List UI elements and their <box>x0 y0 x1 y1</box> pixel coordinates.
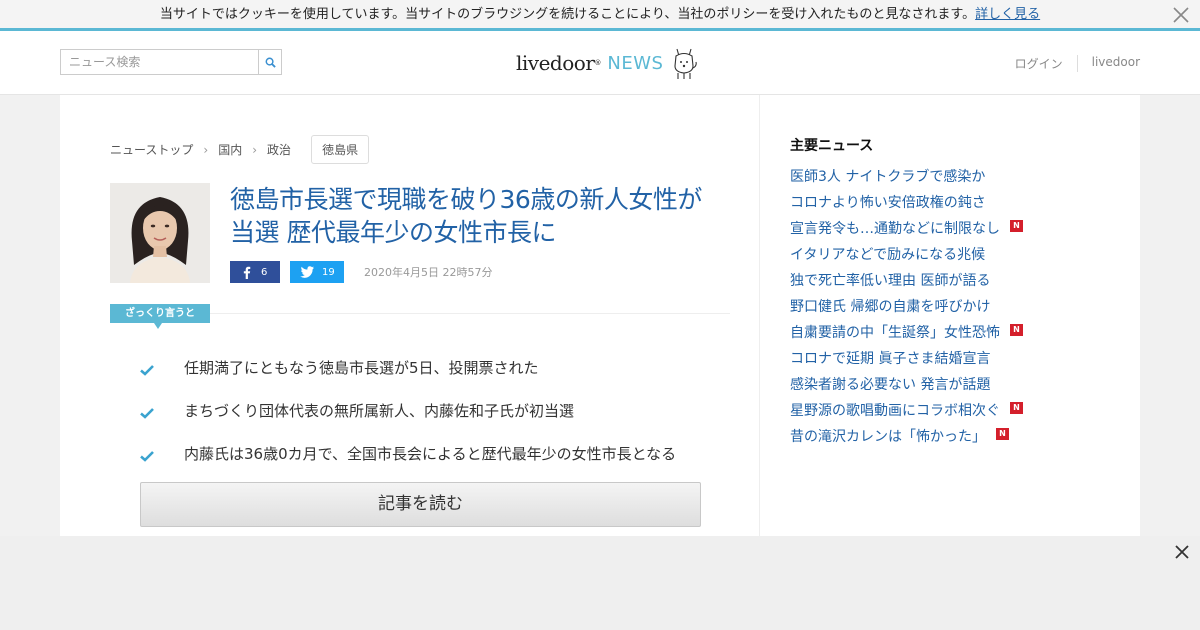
news-list-item[interactable]: 宣言発令も…通勤などに制限なし N <box>790 215 1023 241</box>
logo-news: NEWS <box>607 52 664 74</box>
news-list-item[interactable]: イタリアなどで励みになる兆候 <box>790 241 1023 267</box>
news-list-item[interactable]: コロナで延期 眞子さま結婚宣言 <box>790 345 1023 371</box>
news-list-item[interactable]: 感染者謝る必要ない 発言が話題 <box>790 371 1023 397</box>
summary-point-text: 任期満了にともなう徳島市長選が5日、投開票された <box>184 359 539 377</box>
twitter-icon <box>300 266 314 278</box>
new-badge: N <box>1010 220 1023 232</box>
publish-date: 2020年4月5日 22時57分 <box>364 266 493 279</box>
facebook-share-button[interactable]: 6 <box>230 261 280 283</box>
cookie-details-link[interactable]: 詳しく見る <box>975 7 1040 22</box>
news-list-item[interactable]: 昔の滝沢カレンは「怖かった」 N <box>790 423 1023 449</box>
livedoor-link[interactable]: livedoor <box>1078 55 1140 72</box>
cookie-message: 当サイトではクッキーを使用しています。当サイトのブラウジングを続けることにより、… <box>159 7 976 22</box>
article-headline[interactable]: 徳島市長選で現職を破り36歳の新人女性が当選 歴代最年少の女性市長に <box>230 183 720 249</box>
news-item-title: 野口健氏 帰郷の自粛を呼びかけ <box>790 299 991 315</box>
checkmark-icon <box>140 349 184 392</box>
summary-point-text: 内藤氏は36歳0カ月で、全国市長会によると歴代最年少の女性市長となる <box>184 445 677 463</box>
checkmark-icon <box>140 435 184 478</box>
portrait-image <box>110 183 210 283</box>
search-button[interactable] <box>258 49 282 75</box>
news-item-title: 独で死亡率低い理由 医師が語る <box>790 273 991 289</box>
twitter-share-button[interactable]: 19 <box>290 261 344 283</box>
checkmark-icon <box>140 392 184 435</box>
news-item-title: イタリアなどで励みになる兆候 <box>790 247 986 263</box>
news-list-item[interactable]: コロナより怖い安倍政権の鈍さ <box>790 189 1023 215</box>
facebook-share-count: 6 <box>261 266 268 278</box>
breadcrumb: ニューストップ › 国内 › 政治 徳島県 <box>110 135 370 164</box>
logo-livedoor: livedoor <box>516 51 595 75</box>
cookie-banner: 当サイトではクッキーを使用しています。当サイトのブラウジングを続けることにより、… <box>0 0 1200 31</box>
article-column: ニューストップ › 国内 › 政治 徳島県 徳島市長選で現職を破り36歳の新人女… <box>60 95 760 536</box>
site-header: livedoor® NEWS ログイン livedoor <box>0 31 1200 95</box>
read-article-button[interactable]: 記事を読む <box>140 482 701 527</box>
news-item-title: コロナより怖い安倍政権の鈍さ <box>790 195 986 211</box>
chevron-right-icon: › <box>203 142 209 157</box>
share-row: 6 19 2020年4月5日 22時57分 <box>230 261 492 283</box>
article-thumbnail[interactable] <box>110 183 210 283</box>
divider <box>210 313 730 314</box>
login-link[interactable]: ログイン <box>1001 55 1078 72</box>
breadcrumb-item-news-top[interactable]: ニューストップ <box>110 141 193 158</box>
header-links: ログイン livedoor <box>1001 55 1140 72</box>
sidebar-title: 主要ニュース <box>790 138 874 154</box>
news-item-title: 星野源の歌唱動画にコラボ相次ぐ <box>790 403 1000 419</box>
breadcrumb-item-politics[interactable]: 政治 <box>267 141 291 158</box>
news-item-title: 宣言発令も…通勤などに制限なし <box>790 221 1000 237</box>
search-icon <box>265 57 276 68</box>
news-list-item[interactable]: 野口健氏 帰郷の自粛を呼びかけ <box>790 293 1023 319</box>
breadcrumb-item-domestic[interactable]: 国内 <box>218 141 242 158</box>
news-item-title: 自粛要請の中「生誕祭」女性恐怖 <box>790 325 1000 341</box>
ad-banner-area <box>0 536 1200 630</box>
twitter-share-count: 19 <box>322 266 335 278</box>
site-logo[interactable]: livedoor ® NEWS <box>516 43 698 83</box>
news-item-title: 感染者謝る必要ない 発言が話題 <box>790 377 991 393</box>
top-news-list: 医師3人 ナイトクラブで感染か コロナより怖い安倍政権の鈍さ 宣言発令も…通勤などに… <box>790 163 1023 449</box>
close-icon[interactable] <box>1172 6 1190 24</box>
search-box <box>60 49 282 75</box>
summary-points: 任期満了にともなう徳島市長選が5日、投開票された まちづくり団体代表の無所属新人… <box>140 349 730 478</box>
news-list-item[interactable]: 自粛要請の中「生誕祭」女性恐怖 N <box>790 319 1023 345</box>
search-input[interactable] <box>60 49 258 75</box>
facebook-icon <box>243 266 251 279</box>
summary-point: 任期満了にともなう徳島市長選が5日、投開票された <box>140 349 730 392</box>
new-badge: N <box>1010 402 1023 414</box>
summary-point-text: まちづくり団体代表の無所属新人、内藤佐和子氏が初当選 <box>184 402 575 420</box>
close-icon[interactable] <box>1174 544 1190 560</box>
summary-label: ざっくり言うと <box>110 304 210 329</box>
sidebar: 主要ニュース 医師3人 ナイトクラブで感染か コロナより怖い安倍政権の鈍さ 宣言発令… <box>760 95 1140 536</box>
summary-point: 内藤氏は36歳0カ月で、全国市長会によると歴代最年少の女性市長となる <box>140 435 730 478</box>
main-content: ニューストップ › 国内 › 政治 徳島県 徳島市長選で現職を破り36歳の新人女… <box>60 95 1140 536</box>
news-item-title: 昔の滝沢カレンは「怖かった」 <box>790 429 986 445</box>
news-item-title: コロナで延期 眞子さま結婚宣言 <box>790 351 991 367</box>
news-list-item[interactable]: 独で死亡率低い理由 医師が語る <box>790 267 1023 293</box>
chevron-right-icon: › <box>252 142 258 157</box>
new-badge: N <box>996 428 1009 440</box>
news-item-title: 医師3人 ナイトクラブで感染か <box>790 169 986 185</box>
dog-mascot-icon <box>674 48 698 79</box>
logo-registered-mark: ® <box>594 59 602 67</box>
summary-point: まちづくり団体代表の無所属新人、内藤佐和子氏が初当選 <box>140 392 730 435</box>
new-badge: N <box>1010 324 1023 336</box>
news-list-item[interactable]: 医師3人 ナイトクラブで感染か <box>790 163 1023 189</box>
news-list-item[interactable]: 星野源の歌唱動画にコラボ相次ぐ N <box>790 397 1023 423</box>
topic-tag[interactable]: 徳島県 <box>311 135 370 164</box>
